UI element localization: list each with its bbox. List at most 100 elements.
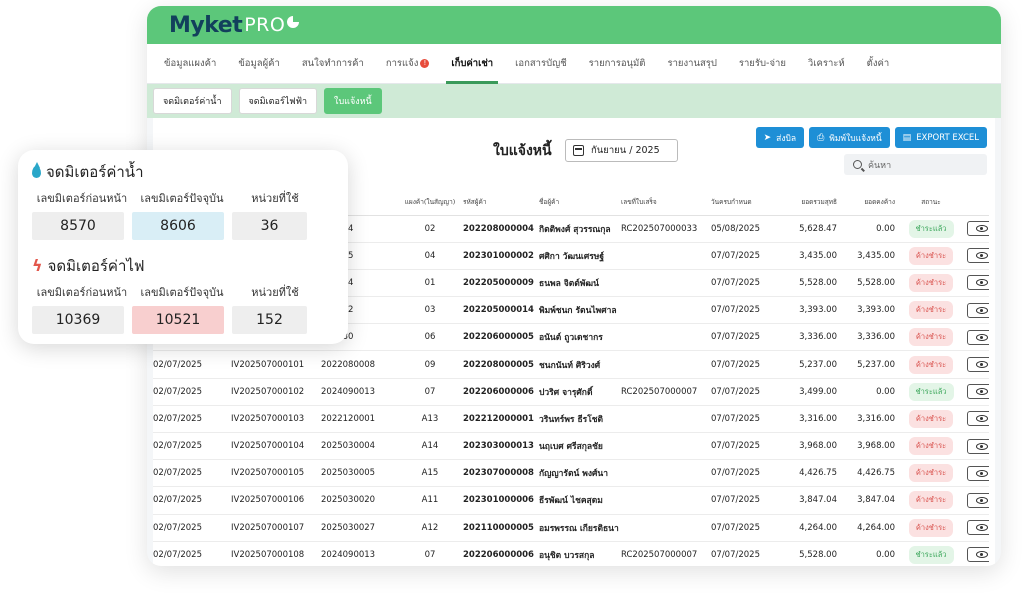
menu-item[interactable]: วิเคราะห์ (797, 44, 856, 84)
view-button[interactable] (967, 547, 989, 563)
column-header: เลขที่ใบเสร็จ (621, 190, 711, 216)
month-value: กันยายน / 2025 (591, 145, 660, 156)
menu-item[interactable]: รายงานสรุป (656, 44, 727, 84)
cell-due: 07/07/2025 (711, 541, 779, 566)
menu-item[interactable]: สนใจทำการค้า (291, 44, 375, 84)
status-badge: ค้างชำระ (908, 518, 954, 537)
action-buttons: ➤ ส่งบิล ⎙ พิมพ์ใบแจ้งหนี้ ▤ EXPORT EXCEL (755, 127, 987, 148)
cell-balance: 3,435.00 (837, 242, 895, 270)
print-invoice-button[interactable]: ⎙ พิมพ์ใบแจ้งหนี้ (809, 127, 890, 148)
status-badge: ค้างชำระ (908, 301, 954, 320)
print-invoice-label: พิมพ์ใบแจ้งหนี้ (829, 133, 882, 144)
cell-contract: 2024090013 (321, 541, 397, 566)
water-drop-icon (32, 162, 41, 178)
cell-status: ค้างชำระ (895, 242, 967, 270)
cell-total: 5,237.00 (779, 350, 837, 379)
menu-item[interactable]: ตั้งค่า (856, 44, 901, 84)
search-field[interactable]: ค้นหา (844, 154, 987, 175)
menu-item[interactable]: รายการอนุมัติ (578, 44, 657, 84)
sub-tabs: จดมิเตอร์ค่าน้ำ จดมิเตอร์ไฟฟ้า ใบแจ้งหนี้ (147, 84, 1001, 118)
cell-due: 07/07/2025 (711, 296, 779, 325)
view-button[interactable] (967, 357, 989, 373)
cell-due: 07/07/2025 (711, 323, 779, 352)
view-button[interactable] (967, 221, 989, 237)
cell-name: ธนพล จิตต์พัฒน์ (539, 269, 621, 298)
table-row[interactable]: 02/07/2025 IV202507000108 2024090013 07 2022… (153, 541, 989, 566)
send-bill-button[interactable]: ➤ ส่งบิล (755, 127, 805, 148)
view-button[interactable] (967, 302, 989, 318)
menu-item[interactable]: ข้อมูลแผงค้า (153, 44, 227, 84)
cell-name: อมรพรรณ เกียรติธนา (539, 514, 621, 542)
menu-item[interactable]: เอกสารบัญชี (504, 44, 578, 84)
electric-previous-value[interactable]: 10369 (32, 306, 124, 334)
view-button[interactable] (967, 520, 989, 536)
table-row[interactable]: 02/07/2025 IV202507000103 2022120001 A13 202… (153, 405, 989, 434)
cell-trader: 202301000002 (463, 242, 539, 270)
cell-status: ชำระแล้ว (895, 378, 967, 406)
electric-current-value[interactable]: 10521 (132, 306, 224, 334)
menu-item[interactable]: การแจ้ง! (375, 44, 441, 84)
cell-inv: IV202507000103 (231, 405, 321, 434)
calendar-icon (573, 145, 584, 156)
menu-item[interactable]: เก็บค่าเช่า (440, 44, 504, 84)
view-button[interactable] (967, 275, 989, 291)
cell-date: 02/07/2025 (153, 378, 231, 406)
column-header: รหัสผู้ค้า (463, 190, 539, 216)
view-button[interactable] (967, 465, 989, 481)
cell-trader: 202205000009 (463, 269, 539, 298)
menu-item[interactable]: รายรับ-จ่าย (728, 44, 797, 84)
cell-trader: 202208000004 (463, 215, 539, 243)
cell-action (967, 432, 989, 461)
cell-total: 3,336.00 (779, 323, 837, 352)
view-button[interactable] (967, 411, 989, 427)
sub-tab[interactable]: ใบแจ้งหนี้ (324, 88, 382, 114)
cell-balance: 5,237.00 (837, 350, 895, 379)
cell-receipt (621, 486, 711, 515)
view-button[interactable] (967, 438, 989, 454)
table-row[interactable]: 02/07/2025 IV202507000102 2024090013 07 2022… (153, 378, 989, 406)
sub-tab[interactable]: จดมิเตอร์ค่าน้ำ (153, 88, 232, 114)
cell-status: ค้างชำระ (895, 486, 967, 515)
water-previous-value[interactable]: 8570 (32, 212, 124, 240)
table-row[interactable]: 02/07/2025 IV202507000107 2025030027 A12 202… (153, 514, 989, 542)
cell-due: 07/07/2025 (711, 514, 779, 542)
view-button[interactable] (967, 492, 989, 508)
view-button[interactable] (967, 248, 989, 264)
eye-icon (975, 524, 988, 532)
cell-due: 07/07/2025 (711, 242, 779, 270)
cell-due: 07/07/2025 (711, 405, 779, 434)
eye-icon (975, 333, 988, 341)
cell-balance: 3,316.00 (837, 405, 895, 434)
export-excel-button[interactable]: ▤ EXPORT EXCEL (894, 127, 987, 148)
sub-tab[interactable]: จดมิเตอร์ไฟฟ้า (238, 88, 318, 114)
cell-action (967, 514, 989, 542)
eye-icon (975, 415, 988, 423)
eye-icon (975, 469, 988, 477)
water-meter-labels: เลขมิเตอร์ก่อนหน้า เลขมิเตอร์ปัจจุบัน หน… (32, 189, 334, 207)
month-picker[interactable]: กันยายน / 2025 (565, 139, 678, 162)
cell-stall: A15 (397, 459, 463, 488)
cell-balance: 5,528.00 (837, 269, 895, 298)
cell-name: พิมพ์ชนก รัตนไพศาล (539, 296, 621, 325)
water-current-value[interactable]: 8606 (132, 212, 224, 240)
table-row[interactable]: 02/07/2025 IV202507000106 2025030020 A11 202… (153, 486, 989, 515)
logo-text: Myket (169, 12, 243, 38)
view-button[interactable] (967, 384, 989, 400)
cell-balance: 3,968.00 (837, 432, 895, 461)
logo-pie-icon (287, 16, 300, 28)
cell-name: ชนกนันท์ ศิริวงศ์ (539, 350, 621, 379)
status-badge: ชำระแล้ว (908, 219, 954, 238)
table-row[interactable]: 02/07/2025 IV202507000101 2022080008 09 2022… (153, 350, 989, 379)
status-badge: ค้างชำระ (908, 355, 954, 374)
cell-total: 3,847.04 (779, 486, 837, 515)
menu-item[interactable]: ข้อมูลผู้ค้า (227, 44, 291, 84)
cell-name: กัญญารัตน์ พงศ์นา (539, 459, 621, 488)
status-badge: ค้างชำระ (908, 246, 954, 265)
app-logo[interactable]: Myket PRO (169, 12, 300, 38)
meter-card: จดมิเตอร์ค่าน้ำ เลขมิเตอร์ก่อนหน้า เลขมิ… (18, 150, 348, 344)
view-button[interactable] (967, 329, 989, 345)
cell-trader: 202206000006 (463, 541, 539, 566)
table-row[interactable]: 02/07/2025 IV202507000105 2025030005 A15 202… (153, 459, 989, 488)
table-row[interactable]: 02/07/2025 IV202507000104 2025030004 A14 202… (153, 432, 989, 461)
eye-icon (975, 306, 988, 314)
